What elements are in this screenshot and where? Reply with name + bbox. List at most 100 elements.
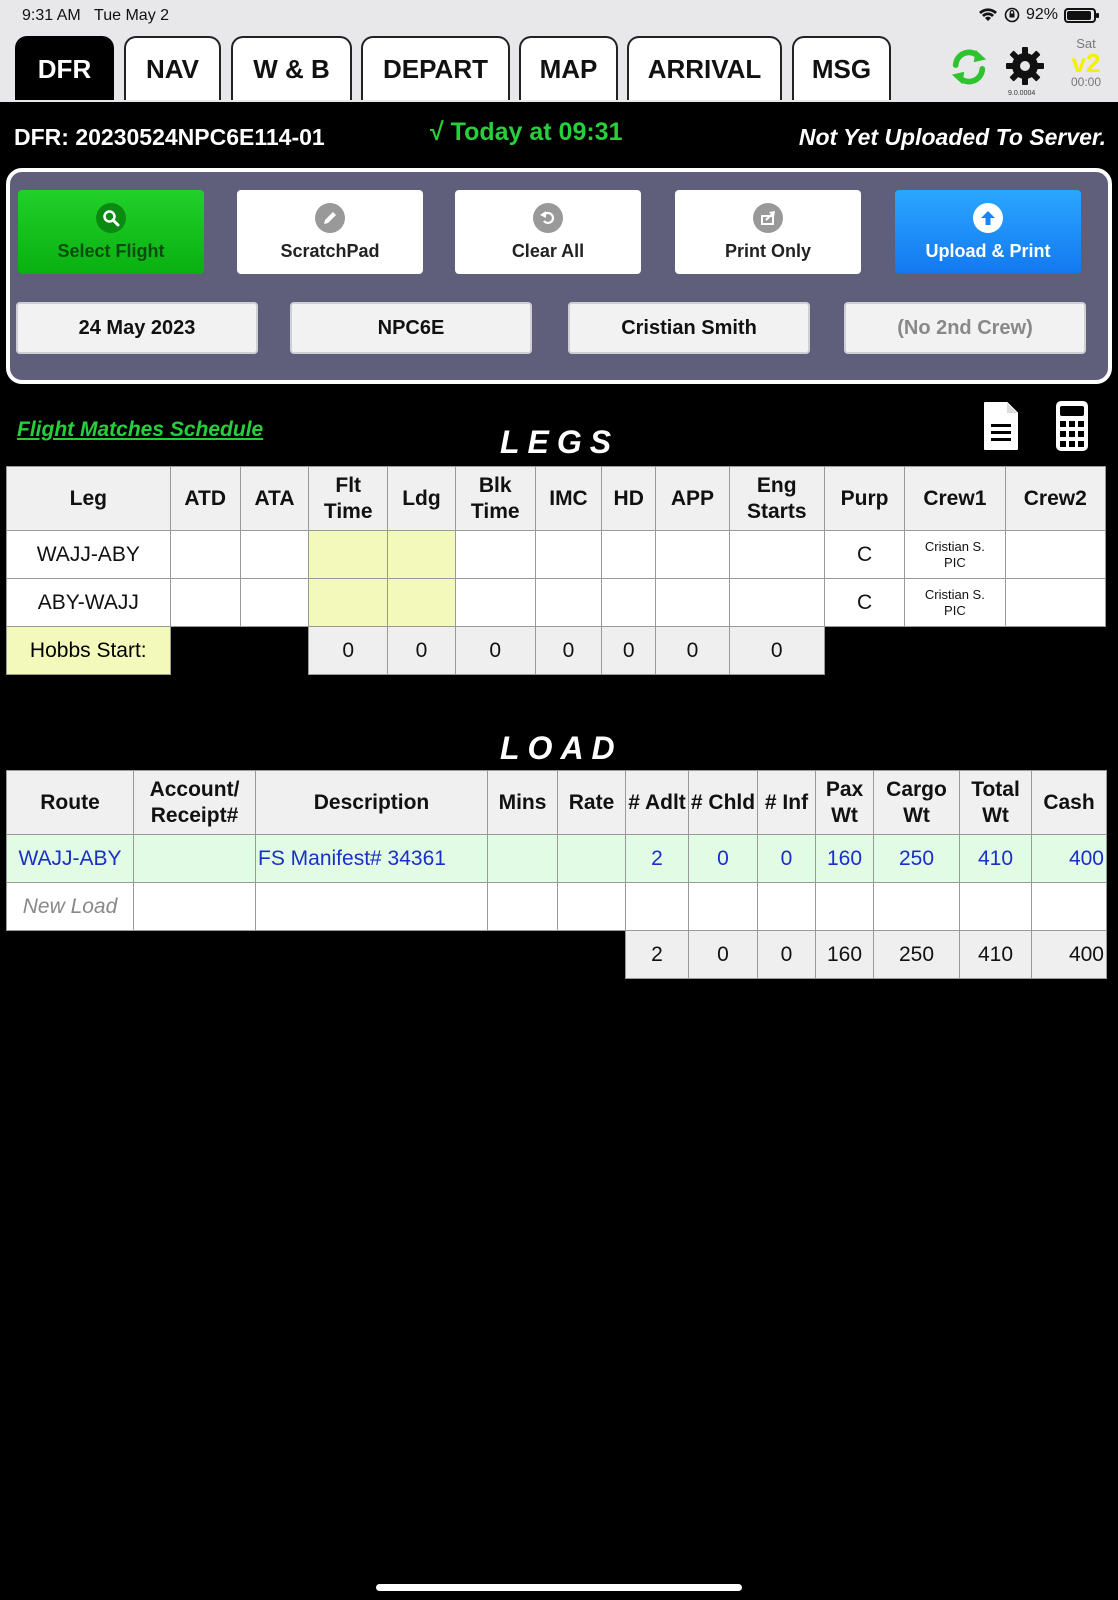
description-cell[interactable]: FS Manifest# 34361 [255,834,488,883]
rate-cell[interactable] [557,834,626,883]
atd-cell[interactable] [169,530,241,579]
load-header: Pax Wt [815,770,874,835]
legs-header: Crew1 [904,466,1006,531]
tab-depart[interactable]: DEPART [361,36,510,100]
inf-cell[interactable]: 0 [757,834,816,883]
legs-header: HD [601,466,657,531]
flt-time-cell[interactable] [308,578,389,627]
upload-status: Not Yet Uploaded To Server. [798,124,1106,150]
hobbs-start-label[interactable]: Hobbs Start: [6,626,171,675]
cash-cell[interactable]: 400 [1031,834,1107,883]
tab-msg[interactable]: MSG [792,36,891,100]
hobbs-value: 0 [728,626,825,675]
dfr-id: DFR: 20230524NPC6E114-01 [14,124,325,150]
legs-header: ATD [169,466,241,531]
table-row[interactable]: WAJJ-ABY C Cristian S. PIC [6,530,1107,579]
imc-cell[interactable] [534,530,603,579]
control-panel: Select Flight ScratchPad Clear All Print… [6,168,1112,384]
ata-cell[interactable] [239,530,310,579]
crew2-field[interactable]: (No 2nd Crew) [844,302,1086,354]
search-icon [96,202,126,233]
sat-status[interactable]: Sat v2 00:00 [1062,36,1110,89]
crew1-cell[interactable]: Cristian S. PIC [904,530,1006,579]
load-header: Route [6,770,134,835]
total-wt-cell[interactable]: 410 [959,834,1032,883]
load-header: Cash [1031,770,1107,835]
eng-starts-cell[interactable] [728,578,825,627]
purp-cell[interactable]: C [823,530,906,579]
imc-cell[interactable] [534,578,603,627]
account-cell[interactable] [133,834,256,883]
total-inf: 0 [757,930,816,979]
load-header: # Inf [757,770,816,835]
route-cell[interactable]: WAJJ-ABY [6,834,134,883]
table-row[interactable]: ABY-WAJJ C Cristian S. PIC [6,578,1107,627]
hd-cell[interactable] [601,578,657,627]
version-label: 9.0.0004 [1008,90,1036,97]
gear-icon[interactable] [1005,46,1045,86]
load-header: # Chld [688,770,758,835]
total-chld: 0 [688,930,758,979]
blk-time-cell[interactable] [454,530,536,579]
load-header: Description [255,770,488,835]
adlt-cell[interactable]: 2 [625,834,689,883]
load-header: Rate [557,770,626,835]
load-table: Route Account/ Receipt# Description Mins… [6,770,1107,979]
flt-time-cell[interactable] [308,530,389,579]
legs-header: ATA [239,466,310,531]
load-header: Account/ Receipt# [133,770,256,835]
tab-nav[interactable]: NAV [124,36,221,100]
crew1-cell[interactable]: Cristian S. PIC [904,578,1006,627]
clear-all-button[interactable]: Clear All [455,190,641,274]
aircraft-field[interactable]: NPC6E [290,302,532,354]
mins-cell[interactable] [487,834,558,883]
new-load-cell[interactable]: New Load [6,882,134,931]
flight-matches-schedule-link[interactable]: Flight Matches Schedule [17,418,263,442]
tab-bar: DFR NAV W & B DEPART MAP ARRIVAL MSG 9.0… [0,34,1118,102]
legs-header: APP [655,466,730,531]
new-load-row[interactable]: New Load [6,882,1107,931]
app-cell[interactable] [655,578,730,627]
status-right: 92% [978,6,1099,24]
purp-cell[interactable]: C [823,578,906,627]
tab-dfr[interactable]: DFR [15,36,114,100]
load-header: Cargo Wt [873,770,960,835]
ldg-cell[interactable] [387,530,456,579]
blk-time-cell[interactable] [454,578,536,627]
ldg-cell[interactable] [387,578,456,627]
scratchpad-button[interactable]: ScratchPad [237,190,423,274]
print-only-button[interactable]: Print Only [675,190,861,274]
app-cell[interactable] [655,530,730,579]
legs-header: Flt Time [308,466,389,531]
date-field[interactable]: 24 May 2023 [16,302,258,354]
tab-map[interactable]: MAP [519,36,618,100]
home-indicator[interactable] [376,1584,742,1591]
crew1-field[interactable]: Cristian Smith [568,302,810,354]
cargo-wt-cell[interactable]: 250 [873,834,960,883]
orientation-lock-icon [1004,7,1020,23]
tab-arrival[interactable]: ARRIVAL [627,36,782,100]
crew2-cell[interactable] [1004,578,1107,627]
legs-header: Eng Starts [728,466,825,531]
upload-print-button[interactable]: Upload & Print [895,190,1081,274]
crew2-cell[interactable] [1004,530,1107,579]
total-cargo-wt: 250 [873,930,960,979]
ata-cell[interactable] [239,578,310,627]
hobbs-value: 0 [601,626,657,675]
pax-wt-cell[interactable]: 160 [815,834,874,883]
tab-wb[interactable]: W & B [231,36,352,100]
document-icon[interactable] [982,400,1020,452]
today-status: √ Today at 09:31 [430,118,623,146]
leg-cell[interactable]: ABY-WAJJ [6,578,171,627]
hd-cell[interactable] [601,530,657,579]
atd-cell[interactable] [169,578,241,627]
leg-cell[interactable]: WAJJ-ABY [6,530,171,579]
calculator-icon[interactable] [1055,400,1089,452]
select-flight-button[interactable]: Select Flight [18,190,204,274]
totals-row: 2 0 0 160 250 410 400 [7,930,1107,979]
table-row[interactable]: WAJJ-ABY FS Manifest# 34361 2 0 0 160 25… [6,834,1107,883]
chld-cell[interactable]: 0 [688,834,758,883]
sync-icon[interactable] [950,48,988,86]
legs-header: Ldg [387,466,456,531]
eng-starts-cell[interactable] [728,530,825,579]
